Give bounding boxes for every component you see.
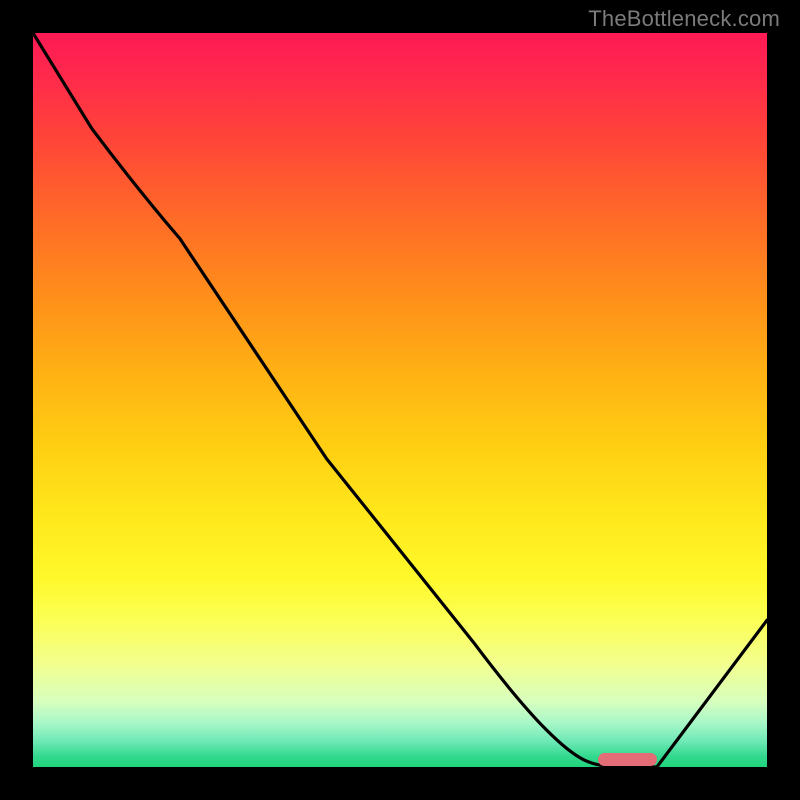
optimum-marker-pill [598, 753, 657, 766]
plot-area [33, 33, 767, 767]
chart-frame: TheBottleneck.com [0, 0, 800, 800]
watermark-text: TheBottleneck.com [588, 6, 780, 32]
bottleneck-curve [33, 33, 767, 767]
